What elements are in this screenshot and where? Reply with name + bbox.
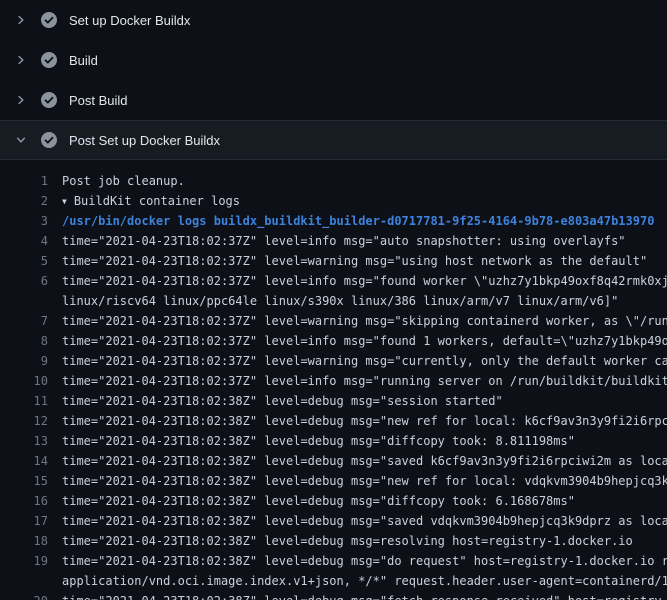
- log-text: time="2021-04-23T18:02:38Z" level=debug …: [62, 471, 667, 491]
- log-line: 4 time="2021-04-23T18:02:37Z" level=info …: [0, 231, 667, 251]
- line-number[interactable]: 5: [0, 251, 48, 271]
- log-text: time="2021-04-23T18:02:38Z" level=debug …: [62, 551, 667, 571]
- chevron-down-icon: ▼: [62, 192, 67, 211]
- line-number[interactable]: 17: [0, 511, 48, 531]
- line-number[interactable]: 9: [0, 351, 48, 371]
- line-number[interactable]: 1: [0, 171, 48, 191]
- log-text: time="2021-04-23T18:02:38Z" level=debug …: [62, 391, 667, 411]
- log-text: time="2021-04-23T18:02:37Z" level=warnin…: [62, 351, 667, 371]
- log-text: time="2021-04-23T18:02:38Z" level=debug …: [62, 451, 667, 471]
- log-line: 14 time="2021-04-23T18:02:38Z" level=debu…: [0, 451, 667, 471]
- line-number[interactable]: 15: [0, 471, 48, 491]
- line-number[interactable]: 19: [0, 551, 48, 571]
- log-line: 9 time="2021-04-23T18:02:37Z" level=warni…: [0, 351, 667, 371]
- log-text: time="2021-04-23T18:02:38Z" level=debug …: [62, 511, 667, 531]
- step-section-set-up-docker-buildx[interactable]: Set up Docker Buildx: [0, 0, 667, 40]
- line-number: [0, 291, 48, 311]
- log-line: 5 time="2021-04-23T18:02:37Z" level=warni…: [0, 251, 667, 271]
- chevron-right-icon: [14, 13, 28, 27]
- log-text: application/vnd.oci.image.index.v1+json,…: [62, 571, 667, 591]
- log-line: 2 ▼BuildKit container logs: [0, 191, 667, 211]
- log-line: 7 time="2021-04-23T18:02:37Z" level=warni…: [0, 311, 667, 331]
- check-circle-icon: [41, 52, 57, 68]
- log-text: Post job cleanup.: [62, 171, 667, 191]
- step-section-post-build[interactable]: Post Build: [0, 80, 667, 120]
- log-pane: 1 Post job cleanup. 2 ▼BuildKit container l…: [0, 160, 667, 600]
- step-title: Build: [69, 53, 98, 68]
- line-number[interactable]: 4: [0, 231, 48, 251]
- step-title: Post Set up Docker Buildx: [69, 133, 220, 148]
- chevron-right-icon: [14, 53, 28, 67]
- line-number[interactable]: 11: [0, 391, 48, 411]
- line-number[interactable]: 7: [0, 311, 48, 331]
- line-number[interactable]: 12: [0, 411, 48, 431]
- log-line: 3/usr/bin/docker logs buildx_buildkit_bu…: [0, 211, 667, 231]
- log-text: time="2021-04-23T18:02:37Z" level=info m…: [62, 371, 667, 391]
- line-number[interactable]: 20: [0, 591, 48, 600]
- log-line: 13 time="2021-04-23T18:02:38Z" level=debu…: [0, 431, 667, 451]
- line-number[interactable]: 8: [0, 331, 48, 351]
- line-number: [0, 571, 48, 591]
- log-text: time="2021-04-23T18:02:38Z" level=debug …: [62, 411, 667, 431]
- log-text: time="2021-04-23T18:02:37Z" level=warnin…: [62, 251, 667, 271]
- log-text: time="2021-04-23T18:02:37Z" level=info m…: [62, 271, 667, 291]
- log-line: 18 time="2021-04-23T18:02:38Z" level=debu…: [0, 531, 667, 551]
- log-text: time="2021-04-23T18:02:37Z" level=warnin…: [62, 311, 667, 331]
- line-number[interactable]: 6: [0, 271, 48, 291]
- log-group-toggle[interactable]: ▼BuildKit container logs: [62, 191, 667, 211]
- log-text: linux/riscv64 linux/ppc64le linux/s390x …: [62, 291, 667, 311]
- log-text: time="2021-04-23T18:02:38Z" level=debug …: [62, 531, 667, 551]
- chevron-down-icon: [14, 133, 28, 147]
- log-line: 20 time="2021-04-23T18:02:38Z" level=debu…: [0, 591, 667, 600]
- log-line: 11 time="2021-04-23T18:02:38Z" level=debu…: [0, 391, 667, 411]
- log-line: 17 time="2021-04-23T18:02:38Z" level=debu…: [0, 511, 667, 531]
- log-line: 16 time="2021-04-23T18:02:38Z" level=debu…: [0, 491, 667, 511]
- log-line: 15 time="2021-04-23T18:02:38Z" level=debu…: [0, 471, 667, 491]
- line-number[interactable]: 10: [0, 371, 48, 391]
- log-line: 1 Post job cleanup.: [0, 171, 667, 191]
- line-number[interactable]: 3: [0, 211, 48, 231]
- step-title: Post Build: [69, 93, 128, 108]
- chevron-right-icon: [14, 93, 28, 107]
- log-text: time="2021-04-23T18:02:37Z" level=info m…: [62, 331, 667, 351]
- log-line: 10 time="2021-04-23T18:02:37Z" level=info…: [0, 371, 667, 391]
- log-text: time="2021-04-23T18:02:38Z" level=debug …: [62, 431, 667, 451]
- log-line: 8 time="2021-04-23T18:02:37Z" level=info …: [0, 331, 667, 351]
- line-number[interactable]: 18: [0, 531, 48, 551]
- log-line: linux/riscv64 linux/ppc64le linux/s390x …: [0, 291, 667, 311]
- actions-log-viewer: Set up Docker Buildx Build Post Build Po…: [0, 0, 667, 600]
- log-line: 12 time="2021-04-23T18:02:38Z" level=debu…: [0, 411, 667, 431]
- log-line: 6 time="2021-04-23T18:02:37Z" level=info …: [0, 271, 667, 291]
- step-section-build[interactable]: Build: [0, 40, 667, 80]
- check-circle-icon: [41, 132, 57, 148]
- step-title: Set up Docker Buildx: [69, 13, 190, 28]
- step-section-post-set-up-docker-buildx[interactable]: Post Set up Docker Buildx: [0, 120, 667, 160]
- line-number[interactable]: 2: [0, 191, 48, 211]
- line-number[interactable]: 14: [0, 451, 48, 471]
- line-number[interactable]: 16: [0, 491, 48, 511]
- check-circle-icon: [41, 12, 57, 28]
- log-line: 19 time="2021-04-23T18:02:38Z" level=debu…: [0, 551, 667, 571]
- log-text: time="2021-04-23T18:02:38Z" level=debug …: [62, 491, 667, 511]
- command-text: /usr/bin/docker logs buildx_buildkit_bui…: [62, 211, 667, 231]
- check-circle-icon: [41, 92, 57, 108]
- log-text: time="2021-04-23T18:02:37Z" level=info m…: [62, 231, 667, 251]
- line-number[interactable]: 13: [0, 431, 48, 451]
- log-line: application/vnd.oci.image.index.v1+json,…: [0, 571, 667, 591]
- log-text: time="2021-04-23T18:02:38Z" level=debug …: [62, 591, 667, 600]
